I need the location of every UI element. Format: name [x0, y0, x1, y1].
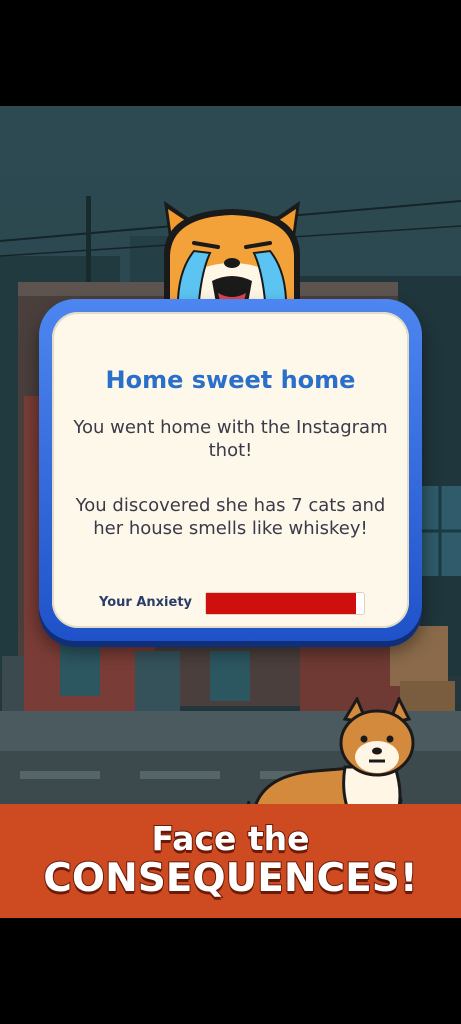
- banner-headline-1: Face the: [151, 818, 311, 859]
- banner-headline-2: CONSEQUENCES!: [42, 855, 418, 902]
- dialog-message-1: You went home with the Instagram thot!: [73, 417, 388, 461]
- anxiety-meter: [205, 592, 365, 615]
- dialog-title: Home sweet home: [105, 366, 356, 394]
- dialog-message-2: You discovered she has 7 cats and her ho…: [75, 495, 386, 539]
- anxiety-meter-fill: [206, 593, 357, 614]
- result-dialog: Home sweet home You went home with the I…: [39, 299, 422, 641]
- anxiety-label: Your Anxiety: [99, 595, 193, 610]
- result-dialog-panel: Home sweet home You went home with the I…: [52, 312, 409, 628]
